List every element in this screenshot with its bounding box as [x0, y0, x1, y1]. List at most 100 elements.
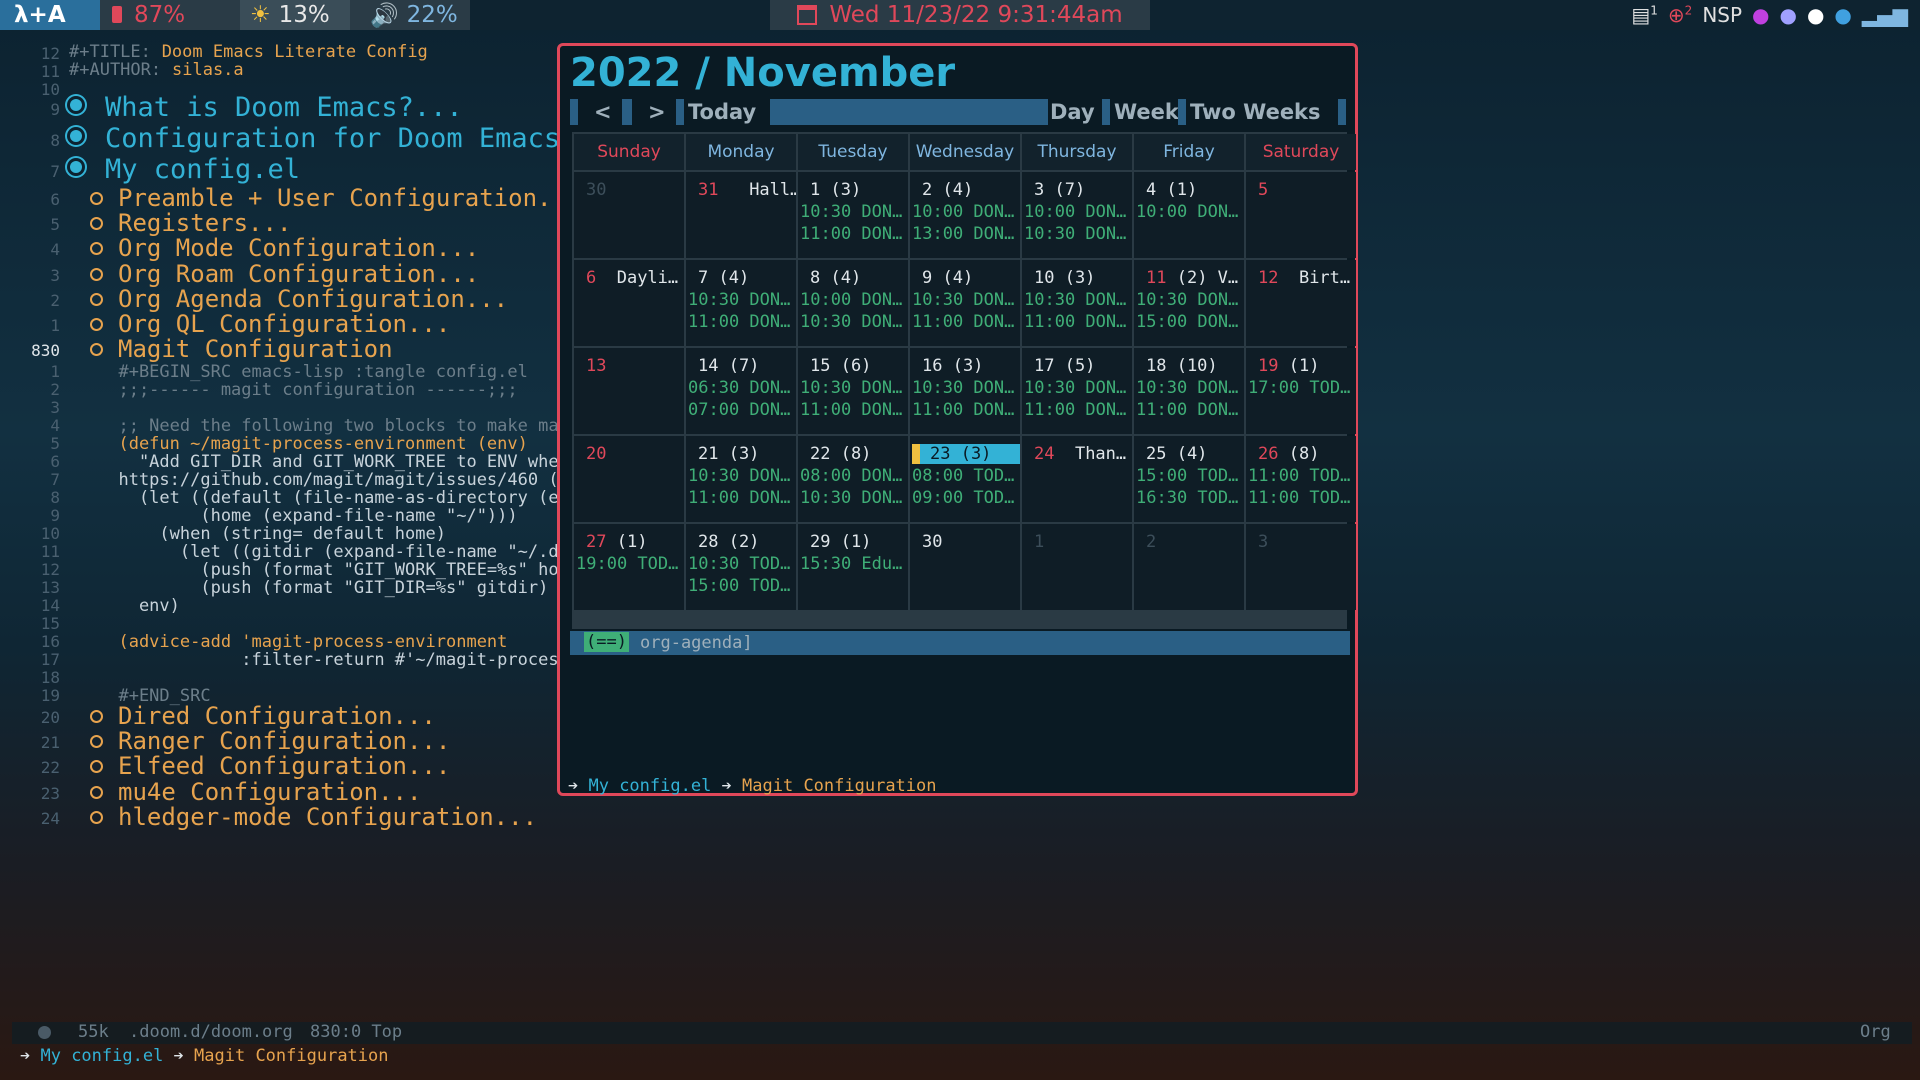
event-entry[interactable]: 10:00 DON…	[1136, 202, 1238, 222]
agenda-bar[interactable]: (==) org-agenda]	[570, 631, 1350, 655]
day-cell[interactable]: 27 (1) 19:00 TOD…	[574, 524, 684, 610]
day-cell[interactable]: 18 (10) 10:30 DON… 11:00 DON…	[1134, 348, 1244, 434]
event-entry[interactable]: 06:30 DON…	[688, 378, 790, 398]
ghost-icon[interactable]: ●	[1779, 3, 1796, 27]
event-entry[interactable]: 11:00 DON…	[912, 400, 1014, 420]
event-entry[interactable]: 11:00 TOD…	[1248, 488, 1350, 508]
event-entry[interactable]: 10:00 DON…	[800, 290, 902, 310]
day-cell[interactable]: 2	[1134, 524, 1244, 610]
day-view-button[interactable]: Day	[1050, 99, 1095, 125]
event-entry[interactable]: 11:00 DON…	[1136, 400, 1238, 420]
event-entry[interactable]: 10:30 DON…	[1024, 290, 1126, 310]
clock-widget[interactable]: Wed 11/23/22 9:31:44am	[770, 0, 1150, 30]
event-entry[interactable]: 09:00 TOD…	[912, 488, 1014, 508]
day-cell[interactable]: 30	[574, 172, 684, 258]
week-view-button[interactable]: Week	[1114, 99, 1179, 125]
network-icon[interactable]: ⊕2	[1668, 3, 1692, 27]
event-entry[interactable]: 11:00 DON…	[912, 312, 1014, 332]
day-cell[interactable]: 30	[910, 524, 1020, 610]
volume-widget[interactable]: 🔊 22%	[350, 0, 470, 30]
day-cell[interactable]: 17 (5) 10:30 DON… 11:00 DON…	[1022, 348, 1132, 434]
browser-icon[interactable]: ●	[1752, 3, 1769, 27]
event-entry[interactable]: 10:30 DON…	[1024, 224, 1126, 244]
day-cell[interactable]: 3	[1246, 524, 1356, 610]
day-cell[interactable]: 29 (1) 15:30 Edu…	[798, 524, 908, 610]
wm-logo[interactable]: λ+A	[0, 0, 100, 30]
breadcrumb-item[interactable]: My config.el	[40, 1046, 163, 1066]
event-entry[interactable]: 19:00 TOD…	[576, 554, 678, 574]
event-entry[interactable]: 07:00 DON…	[688, 400, 790, 420]
telegram-icon[interactable]: ●	[1834, 3, 1851, 27]
event-entry[interactable]: 15:00 TOD…	[688, 576, 790, 596]
next-button[interactable]: >	[648, 99, 666, 125]
day-cell[interactable]: 9 (4) 10:30 DON… 11:00 DON…	[910, 260, 1020, 346]
day-cell[interactable]: 14 (7) 06:30 DON… 07:00 DON…	[686, 348, 796, 434]
event-entry[interactable]: 15:00 TOD…	[1136, 466, 1238, 486]
nsp-indicator[interactable]: NSP	[1702, 3, 1742, 27]
day-cell[interactable]: 1 (3) 10:30 DON… 11:00 DON…	[798, 172, 908, 258]
event-entry[interactable]: 10:30 DON…	[912, 378, 1014, 398]
event-entry[interactable]: 11:00 DON…	[688, 488, 790, 508]
day-cell[interactable]: 21 (3) 10:30 DON… 11:00 DON…	[686, 436, 796, 522]
event-entry[interactable]: 11:00 DON…	[688, 312, 790, 332]
day-cell[interactable]: 22 (8) 08:00 DON… 10:30 DON…	[798, 436, 908, 522]
event-entry[interactable]: 10:30 DON…	[800, 488, 902, 508]
event-entry[interactable]: 11:00 DON…	[1024, 312, 1126, 332]
day-cell[interactable]: 11 (2) V… 10:30 DON… 15:00 DON…	[1134, 260, 1244, 346]
event-entry[interactable]: 10:00 DON…	[1024, 202, 1126, 222]
signal-bars-icon[interactable]: ▂▄▆	[1862, 3, 1908, 27]
day-cell[interactable]: 4 (1) 10:00 DON…	[1134, 172, 1244, 258]
event-entry[interactable]: 10:30 DON…	[800, 378, 902, 398]
day-cell[interactable]: 28 (2) 10:30 TOD… 15:00 TOD…	[686, 524, 796, 610]
day-cell[interactable]: 3 (7) 10:00 DON… 10:30 DON…	[1022, 172, 1132, 258]
event-entry[interactable]: 10:30 DON…	[800, 312, 902, 332]
day-cell[interactable]: 1	[1022, 524, 1132, 610]
event-entry[interactable]: 08:00 DON…	[800, 466, 902, 486]
breadcrumb-item[interactable]: Magit Configuration	[194, 1046, 388, 1066]
event-entry[interactable]: 13:00 DON…	[912, 224, 1014, 244]
event-entry[interactable]: 11:00 TOD…	[1248, 466, 1350, 486]
notes-icon[interactable]: ▤1	[1631, 3, 1658, 27]
discord-icon[interactable]: ●	[1807, 3, 1824, 27]
day-cell[interactable]: 19 (1) 17:00 TOD…	[1246, 348, 1356, 434]
breadcrumb-item[interactable]: Magit Configuration	[742, 776, 936, 796]
day-cell[interactable]: 16 (3) 10:30 DON… 11:00 DON…	[910, 348, 1020, 434]
event-entry[interactable]: 10:00 DON…	[912, 202, 1014, 222]
event-entry[interactable]: 08:00 TOD…	[912, 466, 1014, 486]
event-entry[interactable]: 10:30 DON…	[688, 290, 790, 310]
day-cell[interactable]: 25 (4) 15:00 TOD… 16:30 TOD…	[1134, 436, 1244, 522]
day-cell[interactable]: 12 Birt…	[1246, 260, 1356, 346]
day-cell[interactable]: 8 (4) 10:00 DON… 10:30 DON…	[798, 260, 908, 346]
event-entry[interactable]: 11:00 DON…	[1024, 400, 1126, 420]
day-cell[interactable]: 23 (3) 08:00 TOD… 09:00 TOD…	[910, 436, 1020, 522]
event-entry[interactable]: 10:30 DON…	[912, 290, 1014, 310]
battery-widget[interactable]: 87%	[100, 0, 240, 30]
event-entry[interactable]: 10:30 DON…	[1024, 378, 1126, 398]
day-cell[interactable]: 7 (4) 10:30 DON… 11:00 DON…	[686, 260, 796, 346]
day-cell[interactable]: 2 (4) 10:00 DON… 13:00 DON…	[910, 172, 1020, 258]
day-cell[interactable]: 20	[574, 436, 684, 522]
day-cell[interactable]: 10 (3) 10:30 DON… 11:00 DON…	[1022, 260, 1132, 346]
day-cell[interactable]: 31 Hall…	[686, 172, 796, 258]
day-cell[interactable]: 24 Than…	[1022, 436, 1132, 522]
day-cell[interactable]: 26 (8) 11:00 TOD… 11:00 TOD…	[1246, 436, 1356, 522]
event-entry[interactable]: 10:30 DON…	[1136, 290, 1238, 310]
day-cell[interactable]: 5	[1246, 172, 1356, 258]
breadcrumb-item[interactable]: My config.el	[588, 776, 711, 796]
event-entry[interactable]: 16:30 TOD…	[1136, 488, 1238, 508]
event-entry[interactable]: 11:00 DON…	[800, 224, 902, 244]
prev-button[interactable]: <	[594, 99, 612, 125]
brightness-widget[interactable]: ☀ 13%	[240, 0, 350, 30]
two-weeks-view-button[interactable]: Two Weeks	[1190, 99, 1321, 125]
event-entry[interactable]: 10:30 DON…	[688, 466, 790, 486]
event-entry[interactable]: 10:30 DON…	[800, 202, 902, 222]
day-cell[interactable]: 15 (6) 10:30 DON… 11:00 DON…	[798, 348, 908, 434]
event-entry[interactable]: 15:00 DON…	[1136, 312, 1238, 332]
today-button[interactable]: Today	[688, 99, 756, 125]
event-entry[interactable]: 15:30 Edu…	[800, 554, 902, 574]
event-entry[interactable]: 11:00 DON…	[800, 400, 902, 420]
event-entry[interactable]: 10:30 TOD…	[688, 554, 790, 574]
event-entry[interactable]: 17:00 TOD…	[1248, 378, 1350, 398]
day-cell[interactable]: 13	[574, 348, 684, 434]
event-entry[interactable]: 10:30 DON…	[1136, 378, 1238, 398]
